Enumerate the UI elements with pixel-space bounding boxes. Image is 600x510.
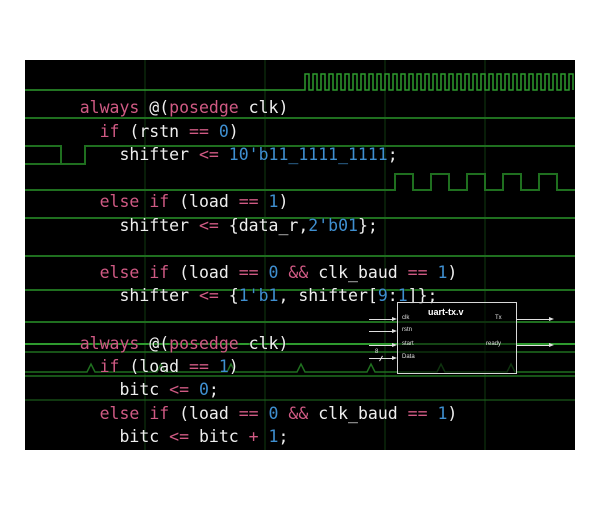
ready-pin-label: ready <box>486 341 502 347</box>
rstn-pin-label: rstn <box>402 327 413 333</box>
clk-arrow-icon <box>392 316 397 321</box>
data-bus-width-label: 8 <box>375 349 379 355</box>
tx-pin-line <box>516 319 550 320</box>
start-arrow-icon <box>392 342 397 347</box>
tx-arrow-icon <box>549 316 554 321</box>
module-title: uart-tx.v <box>428 307 464 317</box>
rstn-pin-line <box>369 331 393 332</box>
code-line: bitc <= bitc + 1; <box>119 427 289 446</box>
start-pin-label: start <box>402 341 414 347</box>
rstn-arrow-icon <box>392 328 397 333</box>
data-pin-label: Data <box>402 354 415 360</box>
clk-pin-line <box>369 319 393 320</box>
start-pin-line <box>369 345 393 346</box>
uart-tx-block-diagram: uart-tx.v clk rstn start 8 Data Tx ready <box>365 298 565 378</box>
tx-pin-label: Tx <box>495 315 502 321</box>
ready-pin-line <box>516 345 550 346</box>
ready-arrow-icon <box>549 342 554 347</box>
clk-pin-label: clk <box>402 315 410 321</box>
module-box: uart-tx.v <box>397 302 517 374</box>
slide-frame: always @(posedge clk) if (rstn == 0) shi… <box>25 60 575 450</box>
data-arrow-icon <box>392 355 397 360</box>
